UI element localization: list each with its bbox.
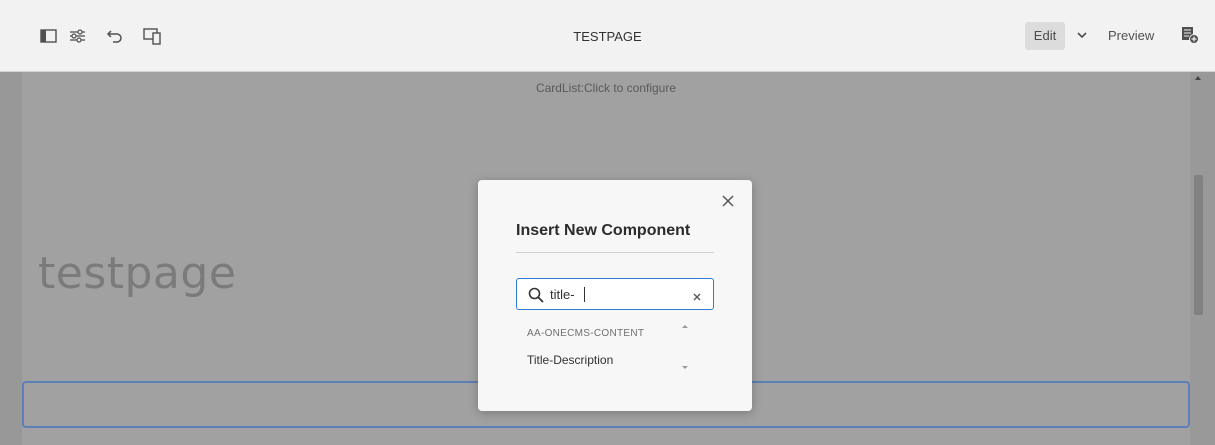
search-icon (528, 287, 544, 308)
cardlist-placeholder[interactable]: CardList:Click to configure (22, 81, 1190, 95)
search-input[interactable] (550, 285, 680, 303)
page-info-icon[interactable] (1180, 25, 1200, 50)
mode-edit-button[interactable]: Edit (1025, 22, 1065, 50)
chevron-down-icon[interactable] (1076, 28, 1088, 46)
canvas-scrollbar[interactable] (1193, 72, 1207, 445)
component-search-field[interactable] (516, 278, 714, 310)
scroll-thumb[interactable] (1194, 175, 1203, 315)
component-item-title-description[interactable]: Title-Description (527, 353, 613, 367)
page-heading: testpage (38, 248, 237, 299)
dialog-title: Insert New Component (516, 222, 691, 239)
results-scroll-down-icon[interactable] (682, 366, 688, 369)
component-results-list: AA-ONECMS-CONTENT Title-Description (516, 320, 714, 374)
preview-button[interactable]: Preview (1108, 28, 1154, 43)
clear-search-icon[interactable] (692, 289, 702, 307)
results-scrollbar[interactable] (678, 320, 692, 374)
page-properties-icon[interactable] (67, 25, 89, 47)
dialog-divider (516, 252, 714, 253)
text-cursor (584, 287, 585, 302)
editor-toolbar: TESTPAGE Edit Preview (0, 0, 1215, 72)
insert-component-dialog: Insert New Component AA-ONECMS-CONTENT T… (478, 180, 752, 411)
results-scroll-up-icon[interactable] (682, 325, 688, 328)
close-icon[interactable] (721, 194, 735, 213)
emulator-icon[interactable] (141, 25, 163, 47)
side-panel-icon[interactable] (38, 25, 60, 47)
canvas-frame-left (0, 72, 22, 445)
component-group-label: AA-ONECMS-CONTENT (527, 328, 645, 339)
scroll-up-arrow-icon[interactable] (1195, 76, 1201, 80)
undo-icon[interactable] (104, 25, 126, 47)
